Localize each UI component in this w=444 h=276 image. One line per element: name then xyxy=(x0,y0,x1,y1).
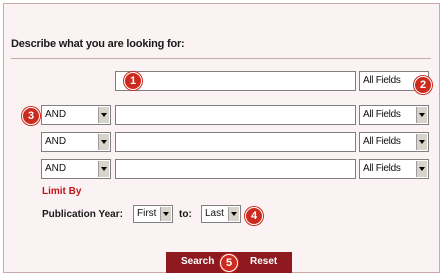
year-to-select[interactable]: Last xyxy=(201,205,241,223)
callout-badge-1: 1 xyxy=(124,72,142,90)
chevron-down-icon[interactable] xyxy=(98,161,109,177)
field-select-value: All Fields xyxy=(363,75,401,86)
publication-year-label: Publication Year: xyxy=(42,209,123,220)
divider xyxy=(11,58,431,59)
field-select-value: All Fields xyxy=(363,163,401,174)
operator-value: AND xyxy=(45,163,67,174)
search-term-input-4[interactable] xyxy=(115,159,356,179)
operator-value: AND xyxy=(45,136,67,147)
chevron-down-icon[interactable] xyxy=(98,134,109,150)
field-select-4[interactable]: All Fields xyxy=(359,159,429,179)
field-select-value: All Fields xyxy=(363,136,401,147)
field-select-2[interactable]: All Fields xyxy=(359,105,429,125)
search-button[interactable]: Search xyxy=(181,256,214,267)
operator-select-4[interactable]: AND xyxy=(41,159,111,179)
search-row-4: AND All Fields xyxy=(0,159,444,179)
callout-badge-5: 5 xyxy=(220,254,238,272)
operator-value: AND xyxy=(45,109,67,120)
chevron-down-icon[interactable] xyxy=(416,107,427,123)
search-term-input-1[interactable] xyxy=(115,71,356,91)
reset-button[interactable]: Reset xyxy=(250,256,277,267)
search-row-2: AND All Fields xyxy=(0,105,444,125)
callout-badge-3: 3 xyxy=(22,107,40,125)
field-select-3[interactable]: All Fields xyxy=(359,132,429,152)
year-to-value: Last xyxy=(205,208,224,219)
to-label: to: xyxy=(179,209,192,220)
search-row-1: All Fields xyxy=(0,71,444,91)
chevron-down-icon[interactable] xyxy=(160,207,171,221)
field-select-value: All Fields xyxy=(363,109,401,120)
callout-badge-4: 4 xyxy=(245,207,263,225)
search-term-input-2[interactable] xyxy=(115,105,356,125)
search-row-3: AND All Fields xyxy=(0,132,444,152)
year-from-select[interactable]: First xyxy=(133,205,173,223)
limit-by-label: Limit By xyxy=(42,186,82,197)
year-from-value: First xyxy=(137,208,157,219)
operator-select-2[interactable]: AND xyxy=(41,105,111,125)
chevron-down-icon[interactable] xyxy=(416,161,427,177)
operator-select-3[interactable]: AND xyxy=(41,132,111,152)
chevron-down-icon[interactable] xyxy=(228,207,239,221)
chevron-down-icon[interactable] xyxy=(416,134,427,150)
chevron-down-icon[interactable] xyxy=(98,107,109,123)
callout-badge-2: 2 xyxy=(414,76,432,94)
search-term-input-3[interactable] xyxy=(115,132,356,152)
form-heading: Describe what you are looking for: xyxy=(11,38,185,50)
